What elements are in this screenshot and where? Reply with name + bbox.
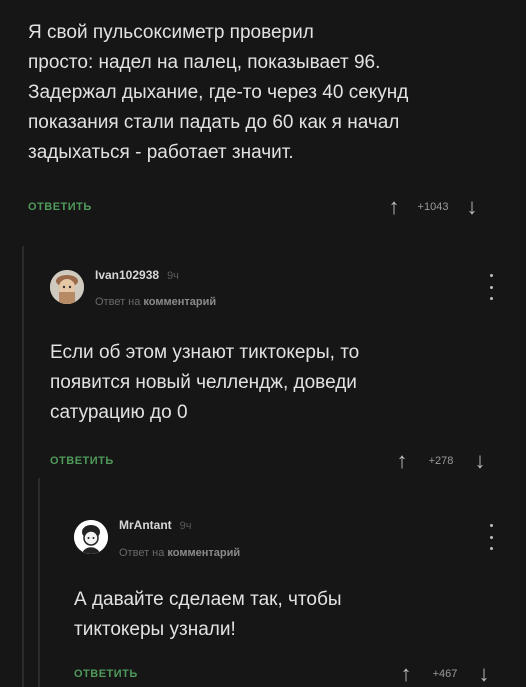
upvote-icon[interactable]: ↑: [394, 450, 410, 472]
reply-to-link[interactable]: комментарий: [143, 296, 216, 308]
score-3: +467: [432, 668, 458, 680]
upvote-icon[interactable]: ↑: [386, 196, 402, 218]
avatar-mrantant[interactable]: [74, 520, 108, 554]
reply-to-2: Ответ на комментарий: [95, 296, 216, 308]
comment-time: 9ч: [167, 270, 179, 282]
author-name[interactable]: Ivan102938: [95, 268, 159, 282]
reply-button-1[interactable]: ОТВЕТИТЬ: [28, 201, 92, 213]
thread-line-1: [22, 246, 24, 687]
thread-line-2: [38, 478, 40, 687]
reply-button-2[interactable]: ОТВЕТИТЬ: [50, 455, 114, 467]
more-vertical-icon[interactable]: [486, 524, 496, 550]
comments-feed: Я свой пульсоксиметр проверил просто: на…: [0, 0, 526, 687]
upvote-icon[interactable]: ↑: [398, 663, 414, 685]
reply-to-3: Ответ на комментарий: [119, 547, 240, 559]
more-vertical-icon[interactable]: [486, 274, 496, 300]
downvote-icon[interactable]: ↓: [476, 663, 492, 685]
comment-time: 9ч: [179, 520, 192, 532]
comment-text-3: А давайте сделаем так, чтобы тиктокеры у…: [74, 589, 342, 640]
vote-controls-3: ↑ +467 ↓: [398, 662, 492, 686]
downvote-icon[interactable]: ↓: [472, 450, 488, 472]
reply-button-3[interactable]: ОТВЕТИТЬ: [74, 668, 138, 680]
vote-controls-1: ↑ +1043 ↓: [386, 195, 480, 219]
score-1: +1043: [417, 201, 449, 213]
reply-to-prefix: Ответ на: [119, 547, 165, 559]
author-name[interactable]: MrAntant: [119, 518, 172, 532]
avatar-ivan102938[interactable]: [50, 270, 84, 304]
reply-to-prefix: Ответ на: [95, 296, 141, 308]
comment-text-1: Я свой пульсоксиметр проверил просто: на…: [28, 22, 409, 163]
score-2: +278: [428, 455, 454, 467]
author-row-2: Ivan102938 9ч: [95, 268, 179, 294]
downvote-icon[interactable]: ↓: [464, 196, 480, 218]
vote-controls-2: ↑ +278 ↓: [394, 449, 488, 473]
author-row-3: MrAntant 9ч: [119, 518, 192, 544]
avatar-image: [74, 520, 108, 554]
avatar-image: [50, 270, 84, 304]
comment-text-2: Если об этом узнают тиктокеры, то появит…: [50, 342, 360, 423]
reply-to-link[interactable]: комментарий: [167, 547, 240, 559]
